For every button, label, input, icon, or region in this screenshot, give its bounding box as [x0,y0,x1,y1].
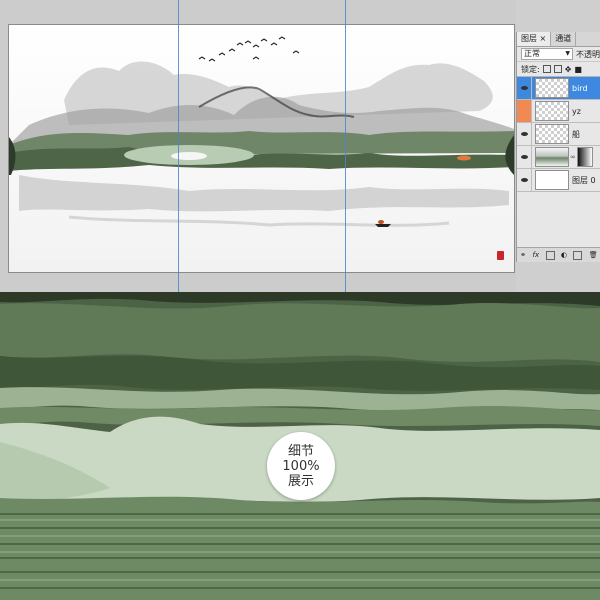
layer-name: yz [572,106,581,116]
layer-row-layer0[interactable]: 图层 0 [517,169,600,192]
tab-layers[interactable]: 图层 × [517,32,552,46]
ink-landscape-painting [9,25,514,272]
new-group-icon[interactable] [573,250,583,260]
visibility-eye-icon[interactable] [517,146,532,168]
layer-row-bird[interactable]: bird [517,77,600,100]
layer-name: 船 [572,129,580,139]
panel-tabs: 图层 × 通道 [517,32,600,47]
link-layers-icon[interactable]: ⚭ [520,251,526,259]
badge-line-3: 展示 [287,473,314,489]
visibility-eye-icon[interactable] [517,100,532,122]
layer-thumbnail [535,124,569,144]
guide-line-right[interactable] [345,0,346,292]
canvas-workspace[interactable] [0,0,516,292]
visibility-eye-icon[interactable] [517,169,532,191]
layer-thumbnail [535,101,569,121]
detail-100-percent-badge: 细节 100% 展示 [267,432,335,500]
document-canvas[interactable] [9,25,514,272]
screenshot: 图层 × 通道 正常 ▼ 不透明 锁定: ✥ ■ bird yz 船 ∞ 图层 … [0,0,600,600]
layer-thumbnail [535,78,569,98]
layer-mask-thumbnail[interactable] [576,147,593,167]
blend-mode-select[interactable]: 正常 ▼ [521,48,573,60]
lock-label: 锁定: [521,64,540,74]
layer-thumbnail [535,147,569,167]
fx-button[interactable]: fx [532,251,539,259]
layer-name: bird [572,83,588,93]
lock-move-icon[interactable]: ✥ [565,65,572,74]
lock-all-icon[interactable]: ■ [574,65,582,74]
add-mask-icon[interactable] [545,250,555,260]
visibility-eye-icon[interactable] [517,123,532,145]
tab-channels[interactable]: 通道 [551,32,577,46]
blend-row: 正常 ▼ 不透明 [517,47,600,62]
panel-footer: ⚭ fx ◐ 🗑 [517,247,600,262]
lock-transparent-icon[interactable] [542,65,551,73]
badge-line-2: 100% [282,458,320,474]
opacity-label: 不透明 [576,49,600,59]
chevron-down-icon: ▼ [565,50,570,57]
badge-line-1: 细节 [287,443,314,459]
layer-row-boat[interactable]: 船 [517,123,600,146]
layer-row-yz[interactable]: yz [517,100,600,123]
tab-close-icon[interactable]: × [540,34,547,43]
adjustment-layer-icon[interactable]: ◐ [561,251,567,259]
trash-icon[interactable]: 🗑 [589,251,598,259]
layer-row-masked[interactable]: ∞ [517,146,600,169]
visibility-eye-icon[interactable] [517,77,532,99]
layer-name: 图层 0 [572,175,596,185]
photoshop-editor: 图层 × 通道 正常 ▼ 不透明 锁定: ✥ ■ bird yz 船 ∞ 图层 … [0,0,600,292]
chain-link-icon[interactable]: ∞ [570,153,576,161]
layer-thumbnail [535,170,569,190]
guide-line-left[interactable] [178,0,179,292]
lock-paint-icon[interactable] [553,65,562,73]
layers-panel: 图层 × 通道 正常 ▼ 不透明 锁定: ✥ ■ bird yz 船 ∞ 图层 … [516,32,600,262]
lock-row: 锁定: ✥ ■ [517,62,600,77]
red-seal-stamp [497,251,504,260]
